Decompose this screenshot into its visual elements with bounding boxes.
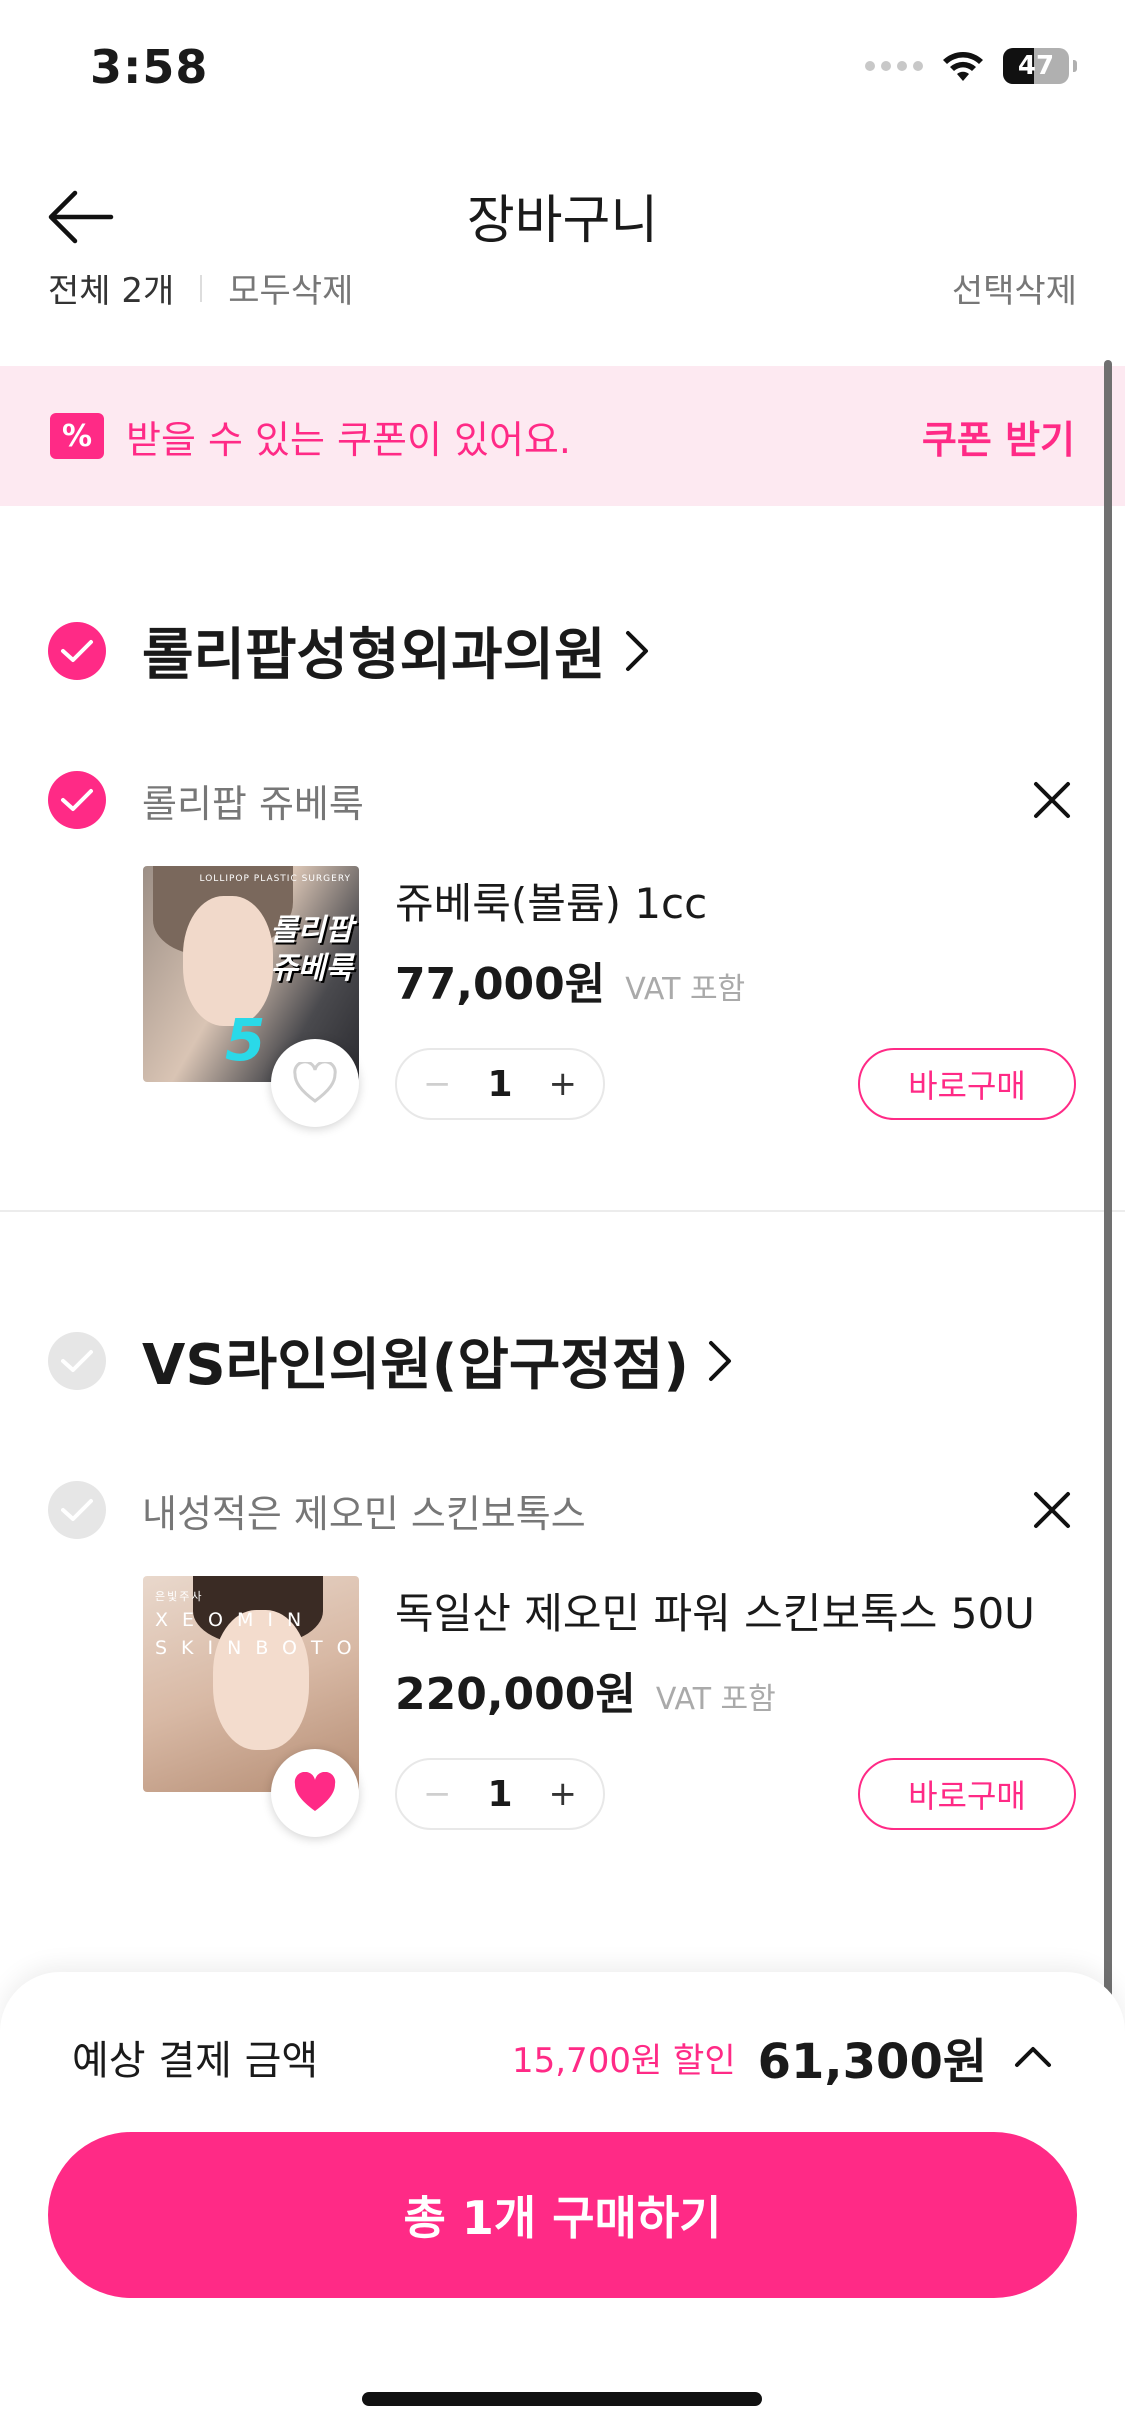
coupon-banner[interactable]: % 받을 수 있는 쿠폰이 있어요. 쿠폰 받기 xyxy=(0,366,1125,506)
payment-summary-row[interactable]: 예상 결제 금액 15,700원 할인 61,300원 xyxy=(72,2022,1053,2092)
price-row: 77,000원 VAT 포함 xyxy=(395,948,745,1012)
expected-payment-label: 예상 결제 금액 xyxy=(72,2038,319,2084)
status-icons: 47 xyxy=(865,48,1077,84)
chevron-up-icon[interactable] xyxy=(1013,2045,1053,2069)
clinic-section: VS라인의원(압구정점) 내성적은 제오민 스킨보톡스 은빛주사 XEOMIN … xyxy=(0,1270,1125,1950)
quantity-stepper: − 1 + xyxy=(395,1048,605,1120)
chevron-right-icon xyxy=(709,1340,732,1381)
clinic-header[interactable]: VS라인의원(압구정점) xyxy=(48,1320,733,1401)
section-divider xyxy=(0,1210,1125,1212)
product-checkbox[interactable] xyxy=(48,771,106,829)
wishlist-button[interactable] xyxy=(271,1039,359,1127)
thumbnail-title: 롤리팝 쥬베룩 xyxy=(270,913,353,986)
check-icon xyxy=(61,639,93,662)
increase-button[interactable]: + xyxy=(549,1774,578,1814)
home-indicator xyxy=(362,2392,762,2406)
thumbnail-tag: LOLLIPOP PLASTIC SURGERY xyxy=(199,874,351,884)
clinic-checkbox[interactable] xyxy=(48,621,106,680)
decrease-button[interactable]: − xyxy=(423,1064,452,1104)
product-name[interactable]: 쥬베룩(볼륨) 1cc xyxy=(395,870,707,931)
close-icon xyxy=(1034,1492,1070,1528)
wifi-icon xyxy=(943,52,983,81)
coupon-message: 받을 수 있는 쿠폰이 있어요. xyxy=(126,417,571,462)
decrease-button[interactable]: − xyxy=(423,1774,452,1814)
remove-item-button[interactable] xyxy=(1027,1485,1077,1535)
clinic-header[interactable]: 롤리팝성형외과의원 xyxy=(48,610,650,691)
clinic-checkbox[interactable] xyxy=(48,1331,106,1390)
check-icon xyxy=(61,789,93,811)
status-bar: 3:58 47 xyxy=(0,0,1125,140)
heart-filled-icon xyxy=(294,1772,336,1811)
total-amount: 61,300원 xyxy=(757,2034,987,2090)
product-checkbox[interactable] xyxy=(48,1481,106,1539)
product-header: 내성적은 제오민 스킨보톡스 xyxy=(48,1481,1077,1539)
remove-item-button[interactable] xyxy=(1027,775,1077,825)
quantity-value: 1 xyxy=(487,1773,513,1815)
divider xyxy=(200,275,203,302)
buy-now-button[interactable]: 바로구매 xyxy=(858,1758,1076,1830)
battery-icon: 47 xyxy=(1003,48,1069,84)
purchase-button[interactable]: 총 1개 구매하기 xyxy=(48,2132,1077,2298)
checkout-summary-sheet: 예상 결제 금액 15,700원 할인 61,300원 총 1개 구매하기 xyxy=(0,1972,1125,2436)
vat-label: VAT 포함 xyxy=(655,1682,776,1717)
heart-outline-icon xyxy=(293,1062,337,1103)
vat-label: VAT 포함 xyxy=(625,972,746,1007)
increase-button[interactable]: + xyxy=(549,1064,578,1104)
product-price: 220,000원 xyxy=(395,1669,636,1720)
clinic-section: 롤리팝성형외과의원 롤리팝 쥬베룩 LOLLIPOP PLASTIC SURGE… xyxy=(0,560,1125,1210)
thumbnail-title: XEOMIN SKINBOTOX xyxy=(155,1609,359,1659)
product-price: 77,000원 xyxy=(395,959,606,1010)
thumbnail-tag: 은빛주사 xyxy=(155,1590,204,1603)
select-all-bar: 전체 2개 모두삭제 선택삭제 xyxy=(0,275,1125,325)
quantity-stepper: − 1 + xyxy=(395,1758,605,1830)
buy-now-button[interactable]: 바로구매 xyxy=(858,1048,1076,1120)
product-header: 롤리팝 쥬베룩 xyxy=(48,771,1077,829)
product-brand: 롤리팝 쥬베룩 xyxy=(142,781,364,826)
price-row: 220,000원 VAT 포함 xyxy=(395,1658,776,1722)
delete-all-button[interactable]: 모두삭제 xyxy=(228,275,353,312)
cellular-signal-icon xyxy=(865,61,923,71)
check-icon xyxy=(61,1349,93,1372)
delete-selected-button[interactable]: 선택삭제 xyxy=(952,275,1077,312)
close-icon xyxy=(1034,782,1070,818)
clinic-name: VS라인의원(압구정점) xyxy=(142,1333,690,1398)
product-name[interactable]: 독일산 제오민 파워 스킨보톡스 50U xyxy=(395,1580,1035,1641)
page-title: 장바구니 xyxy=(466,191,659,251)
discount-amount: 15,700원 할인 xyxy=(511,2040,736,2081)
check-icon xyxy=(61,1499,93,1521)
clinic-name: 롤리팝성형외과의원 xyxy=(142,623,606,688)
select-all-label[interactable]: 전체 2개 xyxy=(48,275,174,312)
percent-coupon-icon: % xyxy=(50,413,104,459)
wishlist-button[interactable] xyxy=(271,1749,359,1837)
battery-level: 47 xyxy=(1017,51,1055,81)
thumbnail-number: 5 xyxy=(225,1006,266,1074)
app-header: 장바구니 xyxy=(0,160,1125,270)
chevron-right-icon xyxy=(625,630,648,671)
product-brand: 내성적은 제오민 스킨보톡스 xyxy=(142,1491,586,1536)
quantity-value: 1 xyxy=(487,1063,513,1105)
status-time: 3:58 xyxy=(90,40,209,94)
get-coupon-button[interactable]: 쿠폰 받기 xyxy=(922,409,1075,464)
